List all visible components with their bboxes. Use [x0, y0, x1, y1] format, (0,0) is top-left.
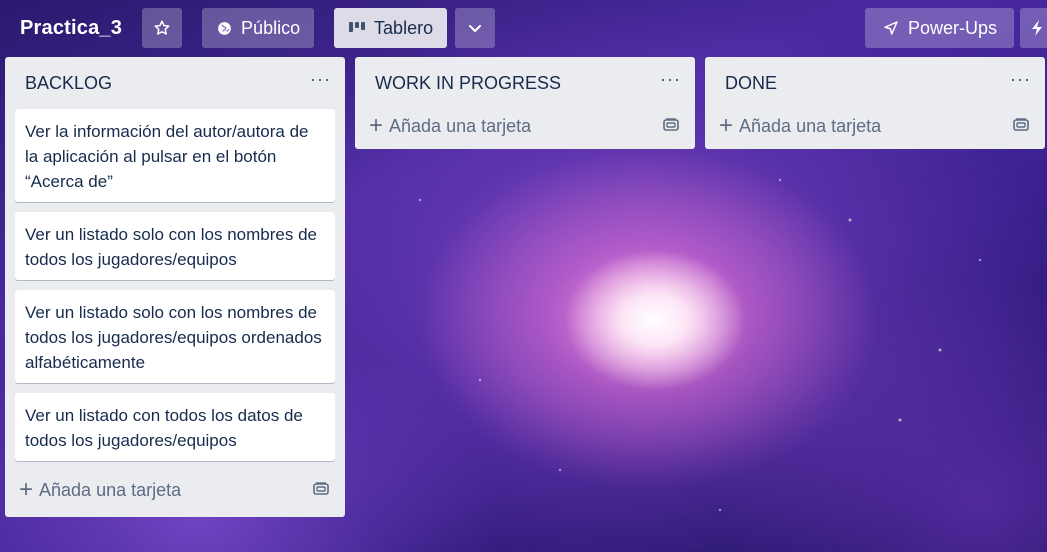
list-menu-button[interactable]: ··· — [660, 70, 681, 92]
add-card-button[interactable]: + Añada una tarjeta — [719, 112, 882, 139]
card-template-icon[interactable] — [663, 116, 679, 137]
view-switcher-button[interactable] — [455, 8, 496, 48]
bolt-icon — [1030, 19, 1044, 37]
star-button[interactable] — [142, 8, 183, 48]
board-view-label: Tablero — [374, 17, 434, 38]
list-work-in-progress: WORK IN PROGRESS ··· + Añada una tarjeta — [355, 57, 695, 149]
plus-icon: + — [369, 112, 384, 139]
add-card-button[interactable]: + Añada una tarjeta — [19, 476, 182, 503]
power-ups-label: Power-Ups — [907, 17, 998, 38]
list-header: DONE ··· — [715, 57, 1035, 109]
list-title[interactable]: BACKLOG — [25, 73, 112, 94]
list-menu-button[interactable]: ··· — [1010, 70, 1031, 92]
card[interactable]: Ver un listado con todos los datos de to… — [15, 393, 335, 461]
add-card-label: Añada una tarjeta — [39, 479, 182, 500]
board-view-button[interactable]: Tablero — [334, 8, 448, 48]
card-template-icon[interactable] — [313, 480, 329, 501]
board-icon — [348, 21, 366, 35]
add-card-row: + Añada una tarjeta — [365, 103, 685, 149]
plus-icon: + — [719, 112, 734, 139]
automation-button[interactable] — [1020, 8, 1047, 48]
visibility-label: Público — [241, 17, 301, 38]
card[interactable]: Ver la información del autor/autora de l… — [15, 109, 335, 202]
list-header: WORK IN PROGRESS ··· — [365, 57, 685, 109]
card[interactable]: Ver un listado solo con los nombres de t… — [15, 212, 335, 280]
card-template-icon[interactable] — [1013, 116, 1029, 137]
list-done: DONE ··· + Añada una tarjeta — [705, 57, 1045, 149]
board-header: Practica_3 Público Tablero Power-Ups — [0, 0, 1047, 56]
add-card-row: + Añada una tarjeta — [15, 467, 335, 513]
list-title[interactable]: DONE — [725, 73, 777, 94]
list-menu-button[interactable]: ··· — [310, 70, 331, 92]
add-card-label: Añada una tarjeta — [739, 115, 882, 136]
list-backlog: BACKLOG ··· Ver la información del autor… — [5, 57, 345, 517]
list-title[interactable]: WORK IN PROGRESS — [375, 73, 561, 94]
add-card-label: Añada una tarjeta — [389, 115, 532, 136]
power-ups-button[interactable]: Power-Ups — [865, 8, 1014, 48]
add-card-row: + Añada una tarjeta — [715, 103, 1035, 149]
star-icon — [153, 19, 171, 37]
chevron-down-icon — [467, 20, 483, 36]
globe-icon — [216, 20, 233, 37]
rocket-icon — [882, 19, 900, 37]
plus-icon: + — [19, 476, 34, 503]
card[interactable]: Ver un listado solo con los nombres de t… — [15, 290, 335, 383]
board-title[interactable]: Practica_3 — [20, 17, 122, 40]
list-header: BACKLOG ··· — [15, 57, 335, 109]
visibility-button[interactable]: Público — [202, 8, 315, 48]
add-card-button[interactable]: + Añada una tarjeta — [369, 112, 532, 139]
